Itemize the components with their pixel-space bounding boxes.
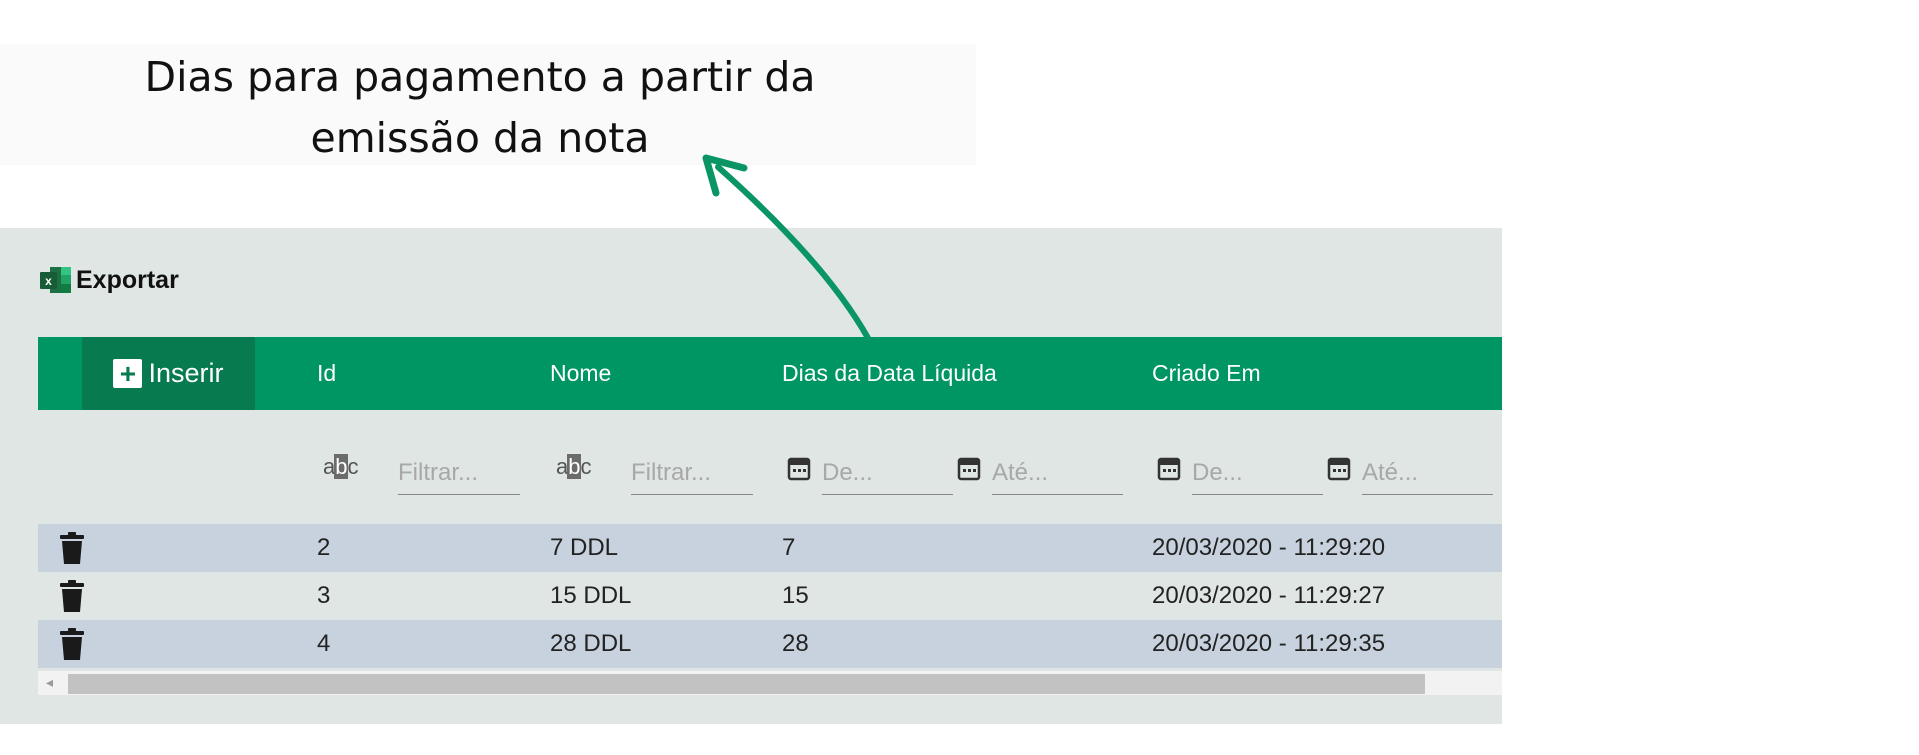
cell-id: 4 xyxy=(317,630,331,657)
dias-from-input[interactable] xyxy=(822,452,953,495)
criado-to-input[interactable] xyxy=(1362,452,1493,495)
plus-icon: + xyxy=(113,359,143,388)
text-filter-icon: abc xyxy=(556,454,591,479)
dias-to-input[interactable] xyxy=(992,452,1123,495)
table-row: 4 28 DDL 28 20/03/2020 - 11:29:35 xyxy=(38,620,1502,668)
cell-nome: 15 DDL xyxy=(550,582,632,609)
column-header-criado[interactable]: Criado Em xyxy=(1152,337,1261,410)
scrollbar-thumb[interactable] xyxy=(68,674,1425,694)
cell-dias: 15 xyxy=(782,582,809,609)
calendar-icon[interactable] xyxy=(957,455,981,481)
horizontal-scrollbar[interactable]: ◂ xyxy=(38,671,1502,695)
trash-icon[interactable] xyxy=(60,532,84,564)
cell-id: 3 xyxy=(317,582,331,609)
calendar-icon[interactable] xyxy=(1157,455,1181,481)
grid-header-row xyxy=(38,337,1502,410)
trash-icon[interactable] xyxy=(60,628,84,660)
scroll-left-arrow-icon[interactable]: ◂ xyxy=(46,674,53,691)
table-row: 2 7 DDL 7 20/03/2020 - 11:29:20 xyxy=(38,524,1502,572)
cell-dias: 7 xyxy=(782,534,796,561)
annotation-line-2: emissão da nota xyxy=(310,114,650,162)
export-label: Exportar xyxy=(76,265,179,294)
export-button[interactable]: x Exportar xyxy=(40,265,179,295)
column-header-nome[interactable]: Nome xyxy=(550,337,611,410)
annotation-line-1: Dias para pagamento a partir da xyxy=(144,53,816,101)
calendar-icon[interactable] xyxy=(787,455,811,481)
cell-id: 2 xyxy=(317,534,331,561)
annotation-text: Dias para pagamento a partir da emissão … xyxy=(0,47,960,169)
trash-icon[interactable] xyxy=(60,580,84,612)
cell-criado: 20/03/2020 - 11:29:27 xyxy=(1152,582,1386,609)
column-header-id[interactable]: Id xyxy=(317,337,336,410)
cell-criado: 20/03/2020 - 11:29:20 xyxy=(1152,534,1386,561)
id-filter-input[interactable] xyxy=(398,452,520,495)
insert-label: Inserir xyxy=(148,358,224,388)
criado-from-input[interactable] xyxy=(1192,452,1323,495)
cell-criado: 20/03/2020 - 11:29:35 xyxy=(1152,630,1386,657)
insert-button[interactable]: + Inserir xyxy=(82,337,255,410)
cell-dias: 28 xyxy=(782,630,809,657)
svg-text:x: x xyxy=(45,274,52,288)
cell-nome: 7 DDL xyxy=(550,534,619,561)
text-filter-icon: abc xyxy=(323,454,358,479)
column-header-dias[interactable]: Dias da Data Líquida xyxy=(782,337,997,410)
table-row: 3 15 DDL 15 20/03/2020 - 11:29:27 xyxy=(38,572,1502,620)
excel-icon: x xyxy=(40,265,72,295)
cell-nome: 28 DDL xyxy=(550,630,632,657)
calendar-icon[interactable] xyxy=(1327,455,1351,481)
nome-filter-input[interactable] xyxy=(631,452,753,495)
